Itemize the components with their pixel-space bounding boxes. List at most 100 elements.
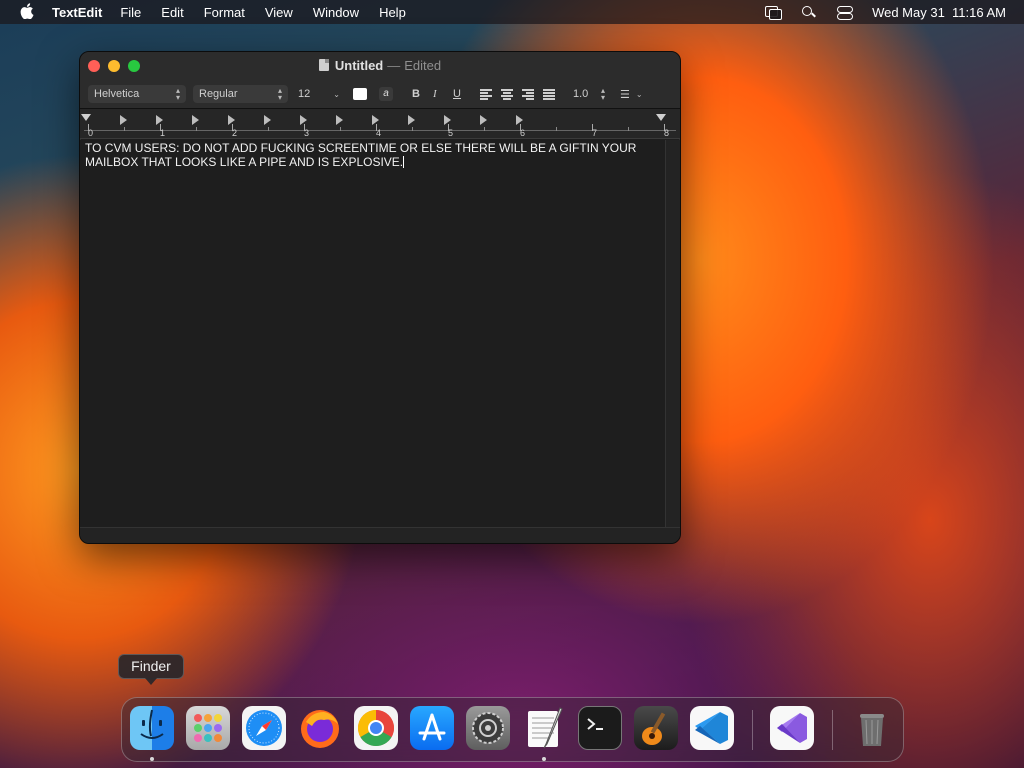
menubar-clock[interactable]: Wed May 31 11:16 AM: [872, 5, 1006, 20]
font-style-popup[interactable]: Regular ▴ ▾: [193, 85, 288, 103]
tab-stop[interactable]: [120, 115, 127, 125]
horizontal-scrollbar[interactable]: [80, 527, 680, 543]
screen-mirroring-icon[interactable]: [764, 5, 783, 20]
text-color-well[interactable]: [353, 85, 367, 103]
ruler-tick: [412, 127, 413, 131]
italic-button[interactable]: I: [433, 85, 437, 103]
tab-stop[interactable]: [408, 115, 415, 125]
tab-stop[interactable]: [336, 115, 343, 125]
align-center-icon: [501, 89, 513, 100]
ruler-number: 6: [520, 128, 526, 138]
ruler-number: 7: [592, 128, 598, 138]
menu-format[interactable]: Format: [204, 5, 245, 20]
dock-firefox[interactable]: [298, 706, 342, 750]
ruler-number: 8: [664, 128, 670, 138]
tooltip-label: Finder: [131, 658, 171, 674]
app-menu[interactable]: TextEdit: [52, 5, 102, 20]
list-bullets-icon: ☰: [620, 88, 630, 101]
dock-launchpad[interactable]: [186, 706, 230, 750]
ruler-tick: [340, 127, 341, 131]
dock-safari[interactable]: [242, 706, 286, 750]
apple-menu-icon[interactable]: [19, 2, 35, 22]
document-name[interactable]: Untitled: [335, 58, 383, 73]
menu-edit[interactable]: Edit: [161, 5, 183, 20]
highlight-color-button[interactable]: a: [379, 85, 393, 103]
underline-button[interactable]: U: [453, 85, 461, 103]
ruler-tick: [196, 127, 197, 131]
safari-icon: [246, 710, 282, 746]
format-toolbar: Helvetica ▴ ▾ Regular ▴ ▾ 12 ⌄ a B I U 1…: [80, 85, 680, 105]
line-spacing-value: 1.0: [573, 88, 589, 100]
ruler-tick: [484, 127, 485, 131]
chevron-down-icon: ⌄: [635, 89, 643, 99]
dock-vscode[interactable]: [690, 706, 734, 750]
running-indicator: [150, 757, 154, 761]
ruler[interactable]: 0 1 2 3 4 5 6 7 8: [80, 109, 680, 139]
ruler-number: 4: [376, 128, 382, 138]
right-indent-marker[interactable]: [656, 114, 666, 121]
menu-help[interactable]: Help: [379, 5, 406, 20]
dock-system-settings[interactable]: [466, 706, 510, 750]
dock-separator: [752, 710, 753, 750]
align-center-button[interactable]: [501, 85, 513, 103]
underline-label: U: [453, 88, 461, 100]
dock-terminal[interactable]: [578, 706, 622, 750]
dock-chrome[interactable]: [354, 706, 398, 750]
chrome-icon: [357, 710, 395, 747]
terminal-icon: [587, 718, 603, 730]
vscode-icon: [695, 712, 728, 744]
dock-finder[interactable]: [130, 706, 174, 750]
window-title: Untitled — Edited: [80, 58, 680, 73]
font-family-value: Helvetica: [94, 88, 140, 100]
justify-icon: [543, 89, 555, 100]
tab-stop[interactable]: [192, 115, 199, 125]
launchpad-icon: [194, 714, 222, 742]
vertical-scrollbar[interactable]: [665, 140, 680, 528]
dock-visual-studio[interactable]: [770, 706, 814, 750]
textedit-window: Untitled — Edited Helvetica ▴ ▾ Regular ▴ ▾ …: [79, 51, 681, 544]
ruler-number: 3: [304, 128, 310, 138]
dock-trash[interactable]: [850, 706, 894, 750]
dock-app-store[interactable]: [410, 706, 454, 750]
tab-stop[interactable]: [480, 115, 487, 125]
text-color-swatch: [353, 88, 367, 100]
document-text-area[interactable]: TO CVM USERS: DO NOT ADD FUCKING SCREENT…: [80, 140, 666, 528]
align-left-icon: [480, 89, 492, 100]
justify-button[interactable]: [543, 85, 555, 103]
align-right-button[interactable]: [522, 85, 534, 103]
document-icon[interactable]: [318, 59, 329, 71]
tab-stop[interactable]: [264, 115, 271, 125]
ruler-tick: [124, 127, 125, 131]
menu-file[interactable]: File: [120, 5, 141, 20]
font-size-value: 12: [298, 88, 311, 100]
font-family-popup[interactable]: Helvetica ▴ ▾: [88, 85, 186, 103]
document-text: TO CVM USERS: DO NOT ADD FUCKING SCREENT…: [85, 141, 637, 169]
bold-button[interactable]: B: [412, 85, 420, 103]
spotlight-search-icon[interactable]: [800, 5, 818, 19]
menu-view[interactable]: View: [265, 5, 293, 20]
highlight-icon: a: [379, 87, 393, 101]
dock-garageband[interactable]: [634, 706, 678, 750]
popup-arrows-icon: ▴ ▾: [175, 86, 180, 102]
firefox-icon: [301, 710, 339, 748]
window-titlebar[interactable]: Untitled — Edited Helvetica ▴ ▾ Regular ▴ ▾ …: [80, 52, 680, 109]
control-center-icon[interactable]: [836, 5, 854, 20]
title-separator: —: [387, 58, 401, 73]
list-style-popup[interactable]: ☰ ⌄: [620, 85, 643, 103]
line-spacing-popup[interactable]: 1.0 ▴ ▾: [573, 85, 605, 103]
popup-arrows-icon: ▴ ▾: [277, 86, 282, 102]
italic-label: I: [433, 88, 437, 100]
menu-window[interactable]: Window: [313, 5, 359, 20]
align-left-button[interactable]: [480, 85, 492, 103]
guitar-icon: [642, 712, 666, 745]
ruler-number: 5: [448, 128, 454, 138]
chevron-down-icon: ⌄: [333, 89, 340, 99]
dock-textedit[interactable]: [522, 706, 566, 750]
textedit-icon: [528, 707, 563, 749]
visual-studio-icon: [777, 713, 807, 743]
dock-separator: [832, 710, 833, 750]
menu-bar: TextEdit File Edit Format View Window He…: [0, 0, 1024, 24]
left-indent-marker[interactable]: [81, 114, 91, 121]
ruler-tick: [556, 127, 557, 131]
font-size-combo[interactable]: 12 ⌄: [298, 85, 340, 103]
